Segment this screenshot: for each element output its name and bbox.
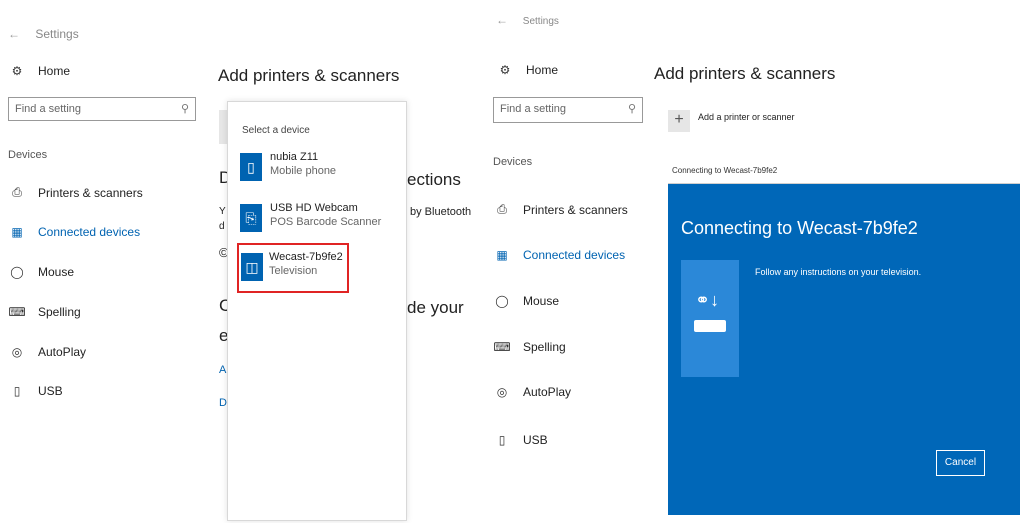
nav-spelling[interactable]: ⌨ Spelling [493,340,566,354]
device-type: POS Barcode Scanner [270,216,382,228]
nav-mouse[interactable]: ◯ Mouse [493,294,559,308]
printer-icon: ⎙ [497,202,507,216]
mouse-icon: ◯ [10,265,24,279]
gear-icon: ⚙ [499,63,511,77]
connected-devices-icon: ▦ [496,248,508,262]
device-tile: ⚭↓ [681,260,739,377]
back-nav[interactable]: ← Settings [8,27,79,41]
nav-spelling-label: Spelling [38,305,81,319]
monitor-icon: ◫ [241,253,263,281]
search-placeholder: Find a setting [500,103,567,115]
search-icon[interactable]: ⚲ [181,102,189,115]
section-devices: Devices [493,156,533,168]
nav-printers-label: Printers & scanners [38,185,143,200]
nav-mouse-label: Mouse [523,294,560,308]
usb-icon: ▯ [13,384,21,398]
nav-mouse-label: Mouse [38,265,75,279]
add-device-button-partial[interactable] [219,110,227,144]
autoplay-icon: ◎ [11,345,23,359]
nav-usb-label: USB [38,384,63,398]
nav-connected-label: Connected devices [523,248,626,262]
heading-fragment-right: ections [407,170,461,189]
dialog-titlebar: Connecting to Wecast-7b9fe2 [668,160,1020,184]
device-name: nubia Z11 [270,151,319,163]
right-settings-window: ← Settings ⚙ Home Find a setting ⚲ Devic… [488,0,1020,523]
picker-header: Select a device [242,125,310,136]
window-title: Settings [35,27,79,41]
page-title: Add printers & scanners [218,66,400,85]
connected-devices-icon: ▦ [11,225,23,239]
nav-home[interactable]: ⚙ Home [496,63,558,77]
nav-home-label: Home [38,64,71,78]
nav-mouse[interactable]: ◯ Mouse [8,265,74,279]
nav-connected-devices[interactable]: ▦ Connected devices [493,248,625,262]
search-input[interactable]: Find a setting ⚲ [493,97,643,123]
nav-usb-label: USB [523,433,548,447]
section-devices: Devices [8,149,48,161]
search-placeholder: Find a setting [15,103,82,115]
nav-spelling[interactable]: ⌨ Spelling [8,305,81,319]
nav-autoplay-label: AutoPlay [523,385,572,399]
keyboard-icon: ⌨ [493,340,511,354]
keyboard-icon: ⌨ [8,305,26,319]
device-type: Television [269,265,318,277]
autoplay-icon: ◎ [496,385,508,399]
search-icon[interactable]: ⚲ [628,102,636,115]
dialog-instruction: Follow any instructions on your televisi… [755,267,922,277]
back-arrow-icon[interactable]: ← [8,27,20,41]
nav-connected-label: Connected devices [38,225,141,239]
plus-icon: + [668,110,690,132]
globe-download-icon: ⚭↓ [695,290,720,310]
tv-icon [694,320,726,332]
printer-icon: ⎙ [12,185,22,199]
gear-icon: ⚙ [11,64,23,78]
text-fragment: Y [219,206,226,217]
nav-home[interactable]: ⚙ Home [8,64,70,78]
link-fragment[interactable]: A [219,364,226,376]
scanner-icon: ⎘ [240,204,262,232]
nav-printers[interactable]: ⎙ Printers & scanners [8,185,143,200]
nav-usb[interactable]: ▯ USB [493,433,548,447]
back-arrow-icon[interactable]: ← [496,13,508,27]
device-type: Mobile phone [270,165,337,177]
search-input[interactable]: Find a setting ⚲ [8,97,196,121]
add-printer-button[interactable]: + Add a printer or scanner [668,110,795,132]
device-item[interactable]: ⎘ USB HD Webcam POS Barcode Scanner [240,202,390,240]
text-fragment: d [219,221,225,232]
nav-autoplay-label: AutoPlay [38,345,87,359]
cancel-button[interactable]: Cancel [936,450,985,476]
device-picker: Select a device ▯ nubia Z11 Mobile phone… [227,101,407,521]
nav-usb[interactable]: ▯ USB [8,384,63,398]
nav-autoplay[interactable]: ◎ AutoPlay [493,385,571,399]
device-name: USB HD Webcam [270,202,358,214]
heading-fragment-right: de your [407,298,464,317]
nav-spelling-label: Spelling [523,340,566,354]
nav-printers-label: Printers & scanners [523,202,628,217]
device-item-selected[interactable]: ◫ Wecast-7b9fe2 Television [237,243,349,293]
text-fragment-right: by Bluetooth [410,206,472,218]
nav-printers[interactable]: ⎙ Printers & scanners [493,202,628,217]
dialog-title: Connecting to Wecast-7b9fe2 [681,218,918,238]
window-title: Settings [522,16,559,27]
link-fragment[interactable]: D [219,397,227,409]
nav-autoplay[interactable]: ◎ AutoPlay [8,345,86,359]
device-item[interactable]: ▯ nubia Z11 Mobile phone [240,151,390,189]
phone-icon: ▯ [240,153,262,181]
left-settings-window: ← Settings ⚙ Home Find a setting ⚲ Devic… [0,0,488,523]
connecting-dialog: Connecting to Wecast-7b9fe2 Connecting t… [668,160,1020,515]
nav-connected-devices[interactable]: ▦ Connected devices [8,225,140,239]
add-printer-label: Add a printer or scanner [698,112,795,122]
back-nav[interactable]: ← Settings [496,13,559,27]
device-name: Wecast-7b9fe2 [269,251,343,263]
nav-home-label: Home [526,63,559,77]
mouse-icon: ◯ [495,294,509,308]
page-title: Add printers & scanners [654,64,836,83]
usb-icon: ▯ [498,433,506,447]
